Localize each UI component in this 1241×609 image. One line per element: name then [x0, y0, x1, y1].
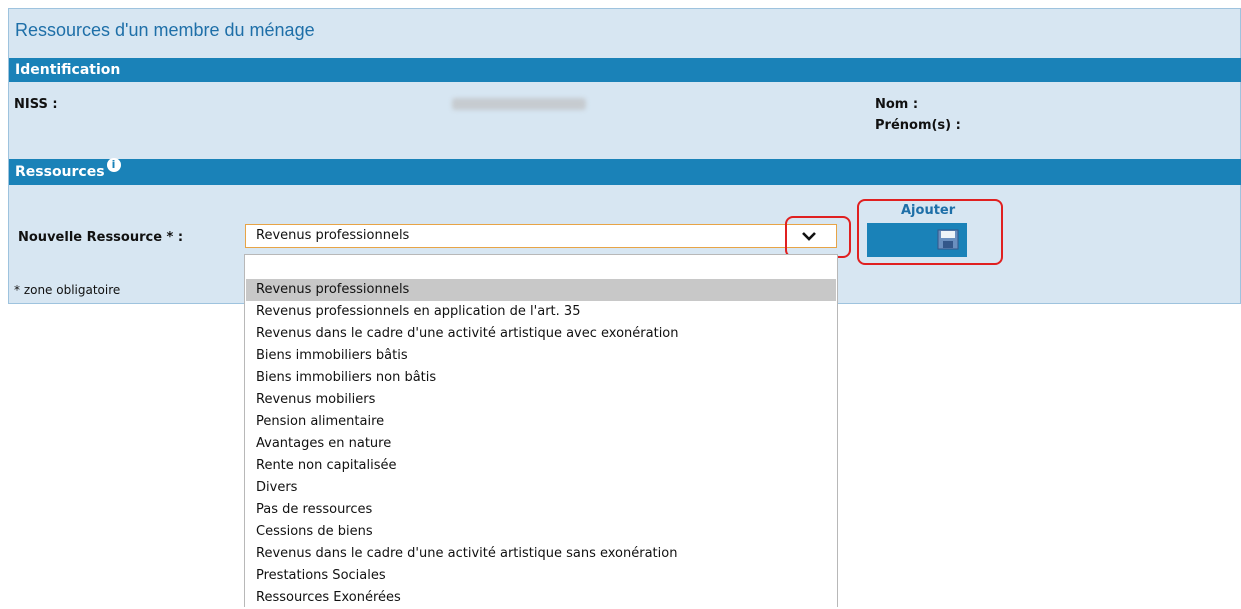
dropdown-option[interactable]: Cessions de biens — [246, 521, 836, 543]
ressources-title: Ressources — [15, 164, 105, 180]
dropdown-option[interactable]: Prestations Sociales — [246, 565, 836, 587]
nouvelle-ressource-label: Nouvelle Ressource * : — [18, 230, 184, 245]
dropdown-option[interactable]: Biens immobiliers bâtis — [246, 345, 836, 367]
dropdown-search[interactable] — [248, 258, 834, 276]
dropdown-option[interactable]: Pas de ressources — [246, 499, 836, 521]
identification-title: Identification — [15, 62, 121, 78]
dropdown-option[interactable]: Revenus professionnels — [246, 279, 836, 301]
dropdown-option[interactable]: Revenus dans le cadre d'une activité art… — [246, 543, 836, 565]
dropdown-option[interactable]: Biens immobiliers non bâtis — [246, 367, 836, 389]
prenom-label: Prénom(s) : — [875, 118, 961, 133]
required-note: * zone obligatoire — [14, 283, 121, 297]
niss-value-redacted — [452, 98, 586, 110]
nouvelle-ressource-select[interactable]: Revenus professionnels — [245, 224, 837, 248]
ressources-header: Ressources i — [9, 158, 1241, 185]
dropdown-option[interactable]: Revenus professionnels en application de… — [246, 301, 836, 323]
dropdown-option[interactable]: Revenus mobiliers — [246, 389, 836, 411]
dropdown-options: Revenus professionnels Revenus profession… — [246, 279, 836, 609]
select-value: Revenus professionnels — [256, 228, 410, 243]
niss-label: NISS : — [14, 97, 58, 112]
dropdown-option[interactable]: Ressources Exonérées — [246, 587, 836, 609]
identification-header: Identification — [9, 58, 1241, 82]
add-highlight — [857, 199, 1003, 265]
nom-label: Nom : — [875, 97, 919, 112]
info-icon[interactable]: i — [106, 158, 121, 172]
dropdown-option[interactable]: Pension alimentaire — [246, 411, 836, 433]
chevron-highlight — [785, 216, 851, 258]
dropdown-option[interactable]: Rente non capitalisée — [246, 455, 836, 477]
dropdown-option[interactable]: Divers — [246, 477, 836, 499]
dropdown-option[interactable]: Revenus dans le cadre d'une activité art… — [246, 323, 836, 345]
page-title: Ressources d'un membre du ménage — [15, 20, 315, 40]
dropdown-option[interactable]: Avantages en nature — [246, 433, 836, 455]
dropdown-list[interactable]: Revenus professionnels Revenus profession… — [244, 254, 838, 607]
